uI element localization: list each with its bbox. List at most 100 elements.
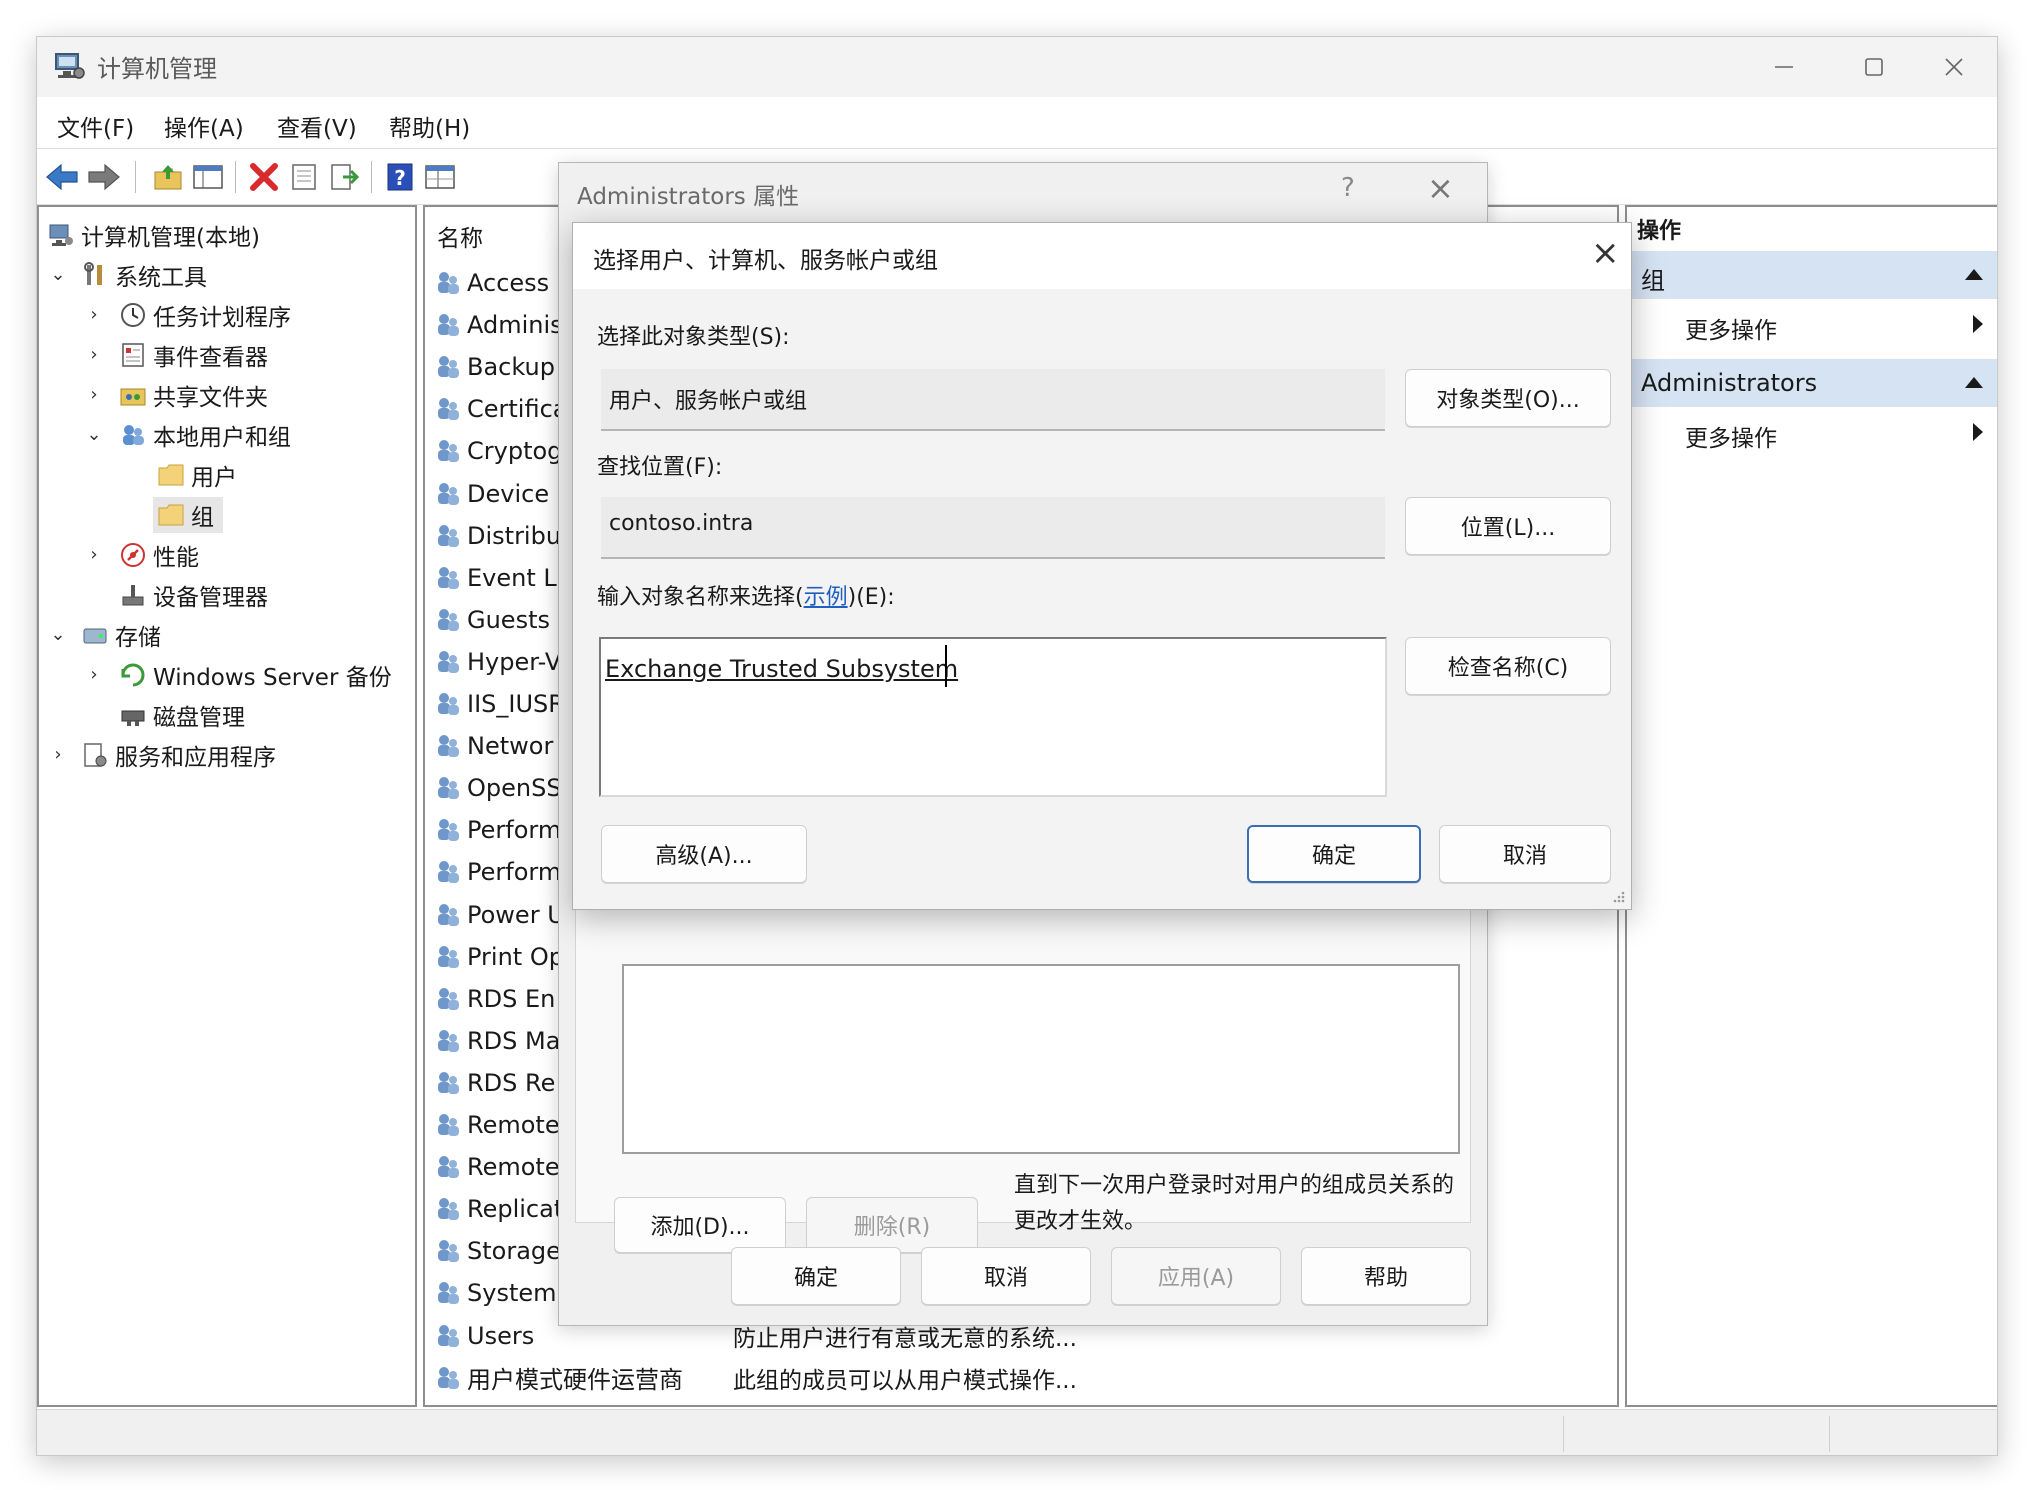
collapse-triangle-icon[interactable] (1965, 269, 1983, 280)
more-actions-administrators[interactable]: 更多操作 (1685, 419, 1777, 453)
tree-item-event-viewer[interactable]: › 事件查看器 (39, 337, 409, 373)
list-item[interactable]: Hyper-V (433, 642, 561, 682)
group-name: Event L (467, 563, 557, 592)
help-question-icon[interactable]: ? (1341, 173, 1355, 203)
list-item[interactable]: Backup (433, 347, 555, 387)
chevron-right-icon[interactable]: › (85, 346, 103, 364)
list-item[interactable]: System (433, 1273, 557, 1313)
menu-view[interactable]: 查看(V) (277, 109, 357, 143)
chevron-right-icon[interactable]: › (49, 746, 67, 764)
tree-item-task-scheduler[interactable]: › 任务计划程序 (39, 297, 409, 333)
column-header-name[interactable]: 名称 (437, 219, 483, 253)
collapse-triangle-icon[interactable] (1965, 377, 1983, 388)
list-item[interactable]: Perform (433, 810, 561, 850)
add-member-button[interactable]: 添加(D)... (614, 1197, 786, 1253)
menu-file[interactable]: 文件(F) (57, 109, 134, 143)
console-tree-button[interactable] (423, 160, 457, 194)
list-item[interactable]: Perform (433, 852, 561, 892)
up-level-button[interactable] (151, 160, 185, 194)
tree-item-shared-folders[interactable]: › 共享文件夹 (39, 377, 409, 413)
group-icon (438, 650, 459, 673)
list-item[interactable]: Access (433, 263, 549, 303)
back-button[interactable] (45, 160, 79, 194)
tree-item-system-tools[interactable]: ⌄ 系统工具 (39, 257, 409, 293)
chevron-down-icon[interactable]: ⌄ (49, 626, 67, 644)
list-item[interactable]: Cryptog (433, 431, 562, 471)
object-names-input[interactable]: Exchange Trusted Subsystem (599, 637, 1387, 797)
tree-label: 事件查看器 (153, 345, 268, 371)
examples-link[interactable]: 示例 (804, 585, 848, 610)
tree-item-disk-management[interactable]: 磁盘管理 (39, 697, 409, 733)
dialog-close-button[interactable]: × (1591, 233, 1620, 273)
toolbar-separator (235, 161, 236, 193)
list-item[interactable]: Networ (433, 726, 553, 766)
properties-button[interactable] (287, 160, 321, 194)
list-item[interactable]: Replicat (433, 1189, 563, 1229)
list-item[interactable]: Event L (433, 558, 557, 598)
tree-item-local-users-groups[interactable]: ⌄ 本地用户和组 (39, 417, 409, 453)
list-item[interactable]: Adminis (433, 305, 563, 345)
list-item[interactable]: Certifica (433, 389, 568, 429)
tree-item-performance[interactable]: › 性能 (39, 537, 409, 573)
list-item[interactable]: RDS En (433, 979, 555, 1019)
chevron-right-icon[interactable]: › (85, 666, 103, 684)
chevron-down-icon[interactable]: ⌄ (49, 266, 67, 284)
list-item[interactable]: Users 防止用户进行有意或无意的系统... (433, 1316, 1077, 1356)
check-names-button[interactable]: 检查名称(C) (1405, 637, 1611, 695)
tree-item-storage[interactable]: ⌄ 存储 (39, 617, 409, 653)
chevron-right-icon[interactable]: › (85, 306, 103, 324)
list-item[interactable]: Remote (433, 1105, 560, 1145)
select-cancel-button[interactable]: 取消 (1439, 825, 1611, 883)
menu-action[interactable]: 操作(A) (164, 109, 244, 143)
dialog-close-button[interactable]: × (1427, 169, 1454, 207)
list-item[interactable]: Power U (433, 895, 565, 935)
props-help-button[interactable]: 帮助 (1301, 1247, 1471, 1305)
show-hide-tree-button[interactable] (191, 160, 225, 194)
list-item[interactable]: Print Op (433, 937, 564, 977)
list-item[interactable]: IIS_IUSR (433, 684, 565, 724)
disk-icon (121, 710, 145, 726)
export-list-button[interactable] (327, 160, 361, 194)
props-cancel-button[interactable]: 取消 (921, 1247, 1091, 1305)
list-item[interactable]: Remote (433, 1147, 560, 1187)
list-item[interactable]: RDS Ma (433, 1021, 560, 1061)
resize-grip-icon[interactable] (1611, 889, 1625, 903)
group-name: System (467, 1279, 557, 1308)
close-button[interactable] (1909, 37, 1997, 97)
chevron-right-icon[interactable]: › (85, 386, 103, 404)
list-item[interactable]: OpenSS (433, 768, 562, 808)
minimize-button[interactable] (1739, 37, 1829, 97)
tree-item-services-apps[interactable]: › 服务和应用程序 (39, 737, 409, 773)
group-icon (438, 861, 459, 884)
advanced-button[interactable]: 高级(A)... (601, 825, 807, 883)
tree-item-users[interactable]: 用户 (39, 457, 409, 493)
list-item[interactable]: Distribu (433, 516, 561, 556)
list-item[interactable]: Guests (433, 600, 550, 640)
list-item[interactable]: 用户模式硬件运营商 此组的成员可以从用户模式操作... (433, 1358, 1077, 1398)
select-ok-button[interactable]: 确定 (1247, 825, 1421, 883)
tree-item-windows-server-backup[interactable]: › Windows Server 备份 (39, 657, 409, 693)
actions-section-groups[interactable]: 组 (1627, 251, 1997, 299)
actions-section-administrators[interactable]: Administrators (1627, 359, 1997, 407)
more-actions-groups[interactable]: 更多操作 (1685, 311, 1777, 345)
tree-item-root[interactable]: 计算机管理(本地) (39, 217, 409, 253)
tree-item-device-manager[interactable]: 设备管理器 (39, 577, 409, 613)
list-item[interactable]: RDS Re (433, 1063, 555, 1103)
list-item[interactable]: Device (433, 474, 549, 514)
props-apply-button[interactable]: 应用(A) (1111, 1247, 1281, 1305)
list-item[interactable]: Storage (433, 1231, 561, 1271)
menu-help[interactable]: 帮助(H) (389, 109, 470, 143)
title-bar: 计算机管理 (37, 37, 1997, 97)
delete-button[interactable] (247, 160, 281, 194)
props-ok-button[interactable]: 确定 (731, 1247, 901, 1305)
maximize-button[interactable] (1829, 37, 1919, 97)
members-list[interactable] (622, 964, 1460, 1154)
chevron-right-icon[interactable]: › (85, 546, 103, 564)
help-button[interactable]: ? (383, 160, 417, 194)
object-types-button[interactable]: 对象类型(O)... (1405, 369, 1611, 427)
locations-button[interactable]: 位置(L)... (1405, 497, 1611, 555)
remove-member-button[interactable]: 删除(R) (806, 1197, 978, 1253)
forward-button[interactable] (87, 160, 121, 194)
tree-item-groups[interactable]: 组 (153, 497, 223, 533)
chevron-down-icon[interactable]: ⌄ (85, 426, 103, 444)
